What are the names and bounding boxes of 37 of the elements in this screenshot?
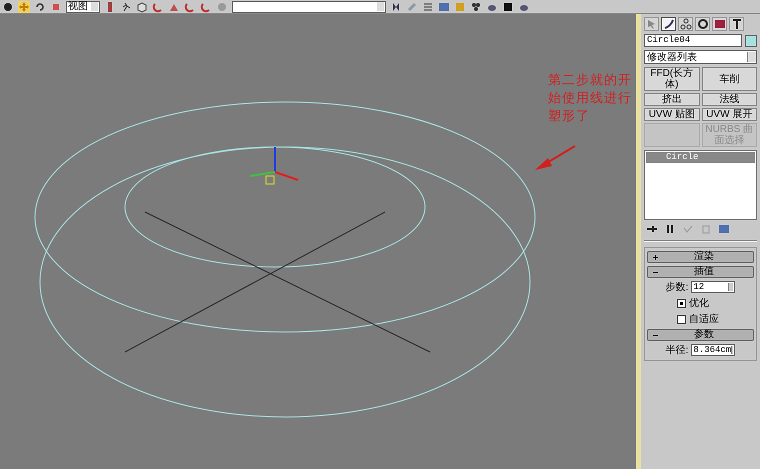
selection-set-dropdown[interactable] — [232, 0, 386, 12]
field-label: 半径: — [666, 344, 688, 357]
modifier-button[interactable]: UVW 贴图 — [644, 108, 700, 121]
checkbox[interactable] — [677, 298, 686, 308]
rollout-header[interactable]: 参数 — [647, 329, 754, 341]
annotation-text: 第二步就的开始使用线进行塑形了 — [548, 72, 633, 126]
color-swatch[interactable] — [745, 34, 757, 46]
checkbox-label: 自适应 — [689, 312, 719, 326]
pointer-arrow — [535, 145, 576, 170]
rollout-header[interactable]: 插值 — [647, 266, 754, 278]
layers-icon[interactable] — [422, 0, 434, 12]
circle-icon[interactable] — [2, 0, 14, 12]
checkbox-label: 优化 — [689, 297, 709, 310]
modifier-list-dropdown[interactable]: 修改器列表 — [644, 50, 757, 64]
checkbox[interactable] — [677, 314, 686, 324]
view-dropdown[interactable]: 视图 — [66, 0, 100, 12]
modifier-button[interactable]: UVW 展开 — [702, 108, 757, 121]
object-name-field[interactable]: Circle04 — [644, 34, 742, 47]
rotate-icon[interactable] — [34, 0, 46, 12]
hierarchy-icon[interactable] — [678, 17, 693, 31]
modifier-button[interactable]: 法线 — [702, 93, 757, 106]
modifier-button[interactable]: 挤出 — [644, 93, 700, 106]
modifier-button[interactable]: 车削 — [702, 67, 757, 91]
rollout-header[interactable]: 渲染 — [647, 251, 754, 263]
spinner-field[interactable]: 8.364cm — [691, 344, 736, 356]
transform-gizmo[interactable] — [250, 147, 298, 184]
rollout-title: 渲染 — [693, 252, 715, 262]
check-icon[interactable] — [682, 223, 694, 235]
bend-icon[interactable] — [661, 17, 676, 31]
rollout-title: 插值 — [693, 267, 715, 277]
spinner-field[interactable]: 12 — [691, 281, 736, 293]
stack-item[interactable]: Circle — [646, 152, 755, 163]
pipes-icon[interactable] — [664, 223, 676, 235]
modifier-button[interactable]: FFD(长方体) — [644, 67, 700, 91]
rollout-title: 参数 — [693, 330, 715, 340]
disc-icon[interactable] — [695, 17, 710, 31]
field-label: 步数: — [666, 280, 688, 294]
